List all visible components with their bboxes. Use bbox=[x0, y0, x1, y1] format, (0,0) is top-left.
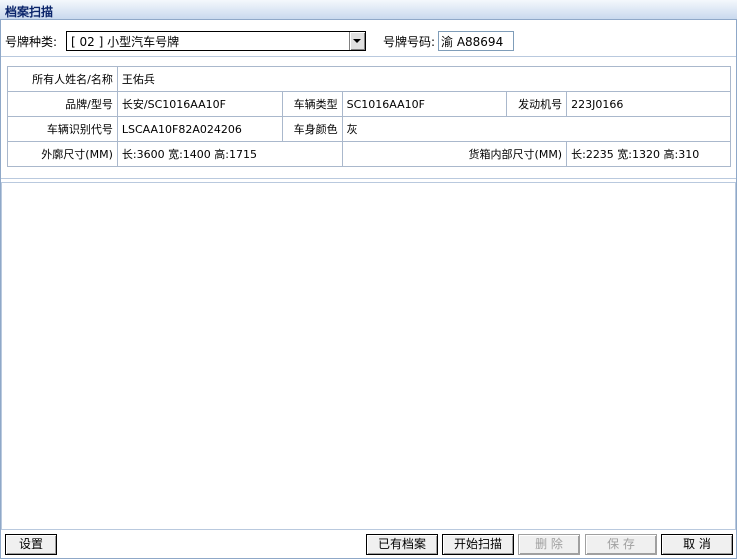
plate-number-value: 渝 A88694 bbox=[441, 35, 504, 49]
brand-value: 长安/SC1016AA10F bbox=[116, 91, 283, 117]
plate-type-select[interactable]: [ 02 ] 小型汽车号牌 bbox=[66, 31, 366, 51]
owner-label: 所有人姓名/名称 bbox=[7, 66, 118, 92]
cargo-size-label: 货箱内部尺寸(MM) bbox=[341, 141, 568, 167]
start-scan-button[interactable]: 开始扫描 bbox=[442, 534, 514, 555]
save-button[interactable]: 保 存 bbox=[585, 534, 657, 555]
brand-label: 品牌/型号 bbox=[7, 91, 118, 117]
table-row: 品牌/型号 长安/SC1016AA10F 车辆类型 SC1016AA10F 发动… bbox=[7, 91, 731, 117]
plate-number-label: 号牌号码: bbox=[383, 35, 436, 49]
body-color-label: 车身颜色 bbox=[281, 116, 343, 142]
outer-size-value: 长:3600 宽:1400 高:1715 bbox=[116, 141, 343, 167]
vin-label: 车辆识别代号 bbox=[7, 116, 118, 142]
vehicle-info-table: 所有人姓名/名称 王佑兵 品牌/型号 长安/SC1016AA10F 车辆类型 S… bbox=[7, 66, 732, 167]
plate-number-input[interactable]: 渝 A88694 bbox=[438, 31, 514, 51]
vehicle-type-value: SC1016AA10F bbox=[341, 91, 508, 117]
table-row: 外廓尺寸(MM) 长:3600 宽:1400 高:1715 货箱内部尺寸(MM)… bbox=[7, 141, 731, 167]
engine-value: 223J0166 bbox=[566, 91, 731, 117]
vin-value: LSCAA10F82A024206 bbox=[116, 116, 283, 142]
table-row: 所有人姓名/名称 王佑兵 bbox=[7, 66, 732, 92]
settings-button[interactable]: 设置 bbox=[5, 534, 57, 555]
cargo-size-value: 长:2235 宽:1320 高:310 bbox=[566, 141, 731, 167]
vehicle-type-label: 车辆类型 bbox=[281, 91, 343, 117]
delete-button[interactable]: 删 除 bbox=[518, 534, 580, 555]
body-color-value: 灰 bbox=[341, 116, 732, 142]
window-title: 档案扫描 bbox=[5, 5, 54, 19]
outer-size-label: 外廓尺寸(MM) bbox=[7, 141, 118, 167]
cancel-button[interactable]: 取 消 bbox=[661, 534, 733, 555]
plate-type-value: [ 02 ] 小型汽车号牌 bbox=[71, 35, 180, 49]
existing-archive-button[interactable]: 已有档案 bbox=[366, 534, 438, 555]
window-titlebar: 档案扫描 bbox=[0, 0, 737, 20]
engine-label: 发动机号 bbox=[506, 91, 568, 117]
plate-type-label: 号牌种类: bbox=[5, 35, 58, 49]
table-row: 车辆识别代号 LSCAA10F82A024206 车身颜色 灰 bbox=[7, 116, 732, 142]
vehicle-info-panel: 所有人姓名/名称 王佑兵 品牌/型号 长安/SC1016AA10F 车辆类型 S… bbox=[1, 58, 736, 179]
owner-value: 王佑兵 bbox=[116, 66, 732, 92]
scan-image-area[interactable] bbox=[1, 182, 736, 530]
dropdown-arrow-icon[interactable] bbox=[349, 32, 365, 50]
toolbar: 号牌种类: [ 02 ] 小型汽车号牌 号牌号码: 渝 A88694 bbox=[1, 20, 736, 57]
